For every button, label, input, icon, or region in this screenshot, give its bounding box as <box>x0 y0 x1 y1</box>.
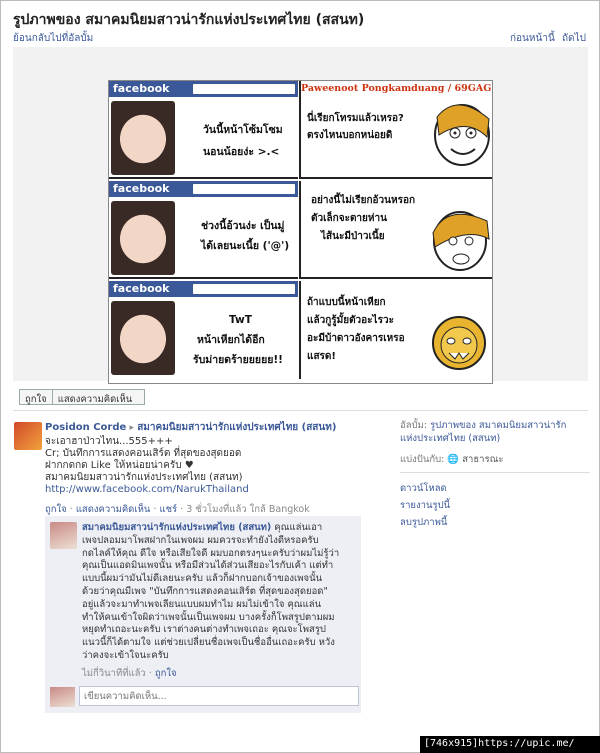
rage-face-icon <box>432 211 490 271</box>
comment-line: คุณเป็นแอดมินเพจนั้น หรือมีส่วนได้ส่วนเส… <box>82 560 334 572</box>
report-photo-link[interactable]: รายงานรูปนี้ <box>400 497 450 514</box>
meme-row: facebook ช่วงนี้อ้วนง่ะ เป็นมู่ ได้เลยนะ… <box>109 181 298 279</box>
facebook-logo: facebook <box>113 82 170 95</box>
facebook-search-box <box>193 284 295 294</box>
post-body: จะเอาฮาป่าวไทน...555+++ Cr; บันทึกการแสด… <box>45 436 249 496</box>
previous-photo-link[interactable]: ก่อนหน้านี้ <box>510 31 555 46</box>
reply-avatar <box>50 687 75 707</box>
album-info: อัลบั้ม: รูปภาพของ สมาคมนิยมสาวน่ารัก แห… <box>400 420 590 445</box>
comment-line: กดไลค์ให้คุณ ดีใจ หรือเสียใจดี ผมบอกตรงๆ… <box>82 547 340 559</box>
album-label: อัลบั้ม: <box>400 420 428 431</box>
post-comment-link[interactable]: แสดงความคิดเห็น <box>76 504 151 515</box>
post-line: ฝากกดกด Like ให้หน่อยน่าครับ ♥ <box>45 460 194 471</box>
girl-photo <box>111 101 175 175</box>
album-name-link[interactable]: รูปภาพของ สมาคมนิยมสาวน่ารัก <box>430 420 566 431</box>
share-info: แบ่งปันกับ: 🌐 สาธารณะ <box>400 452 504 467</box>
facebook-search-box <box>193 184 295 194</box>
comment-line: แนวนี้ก็ได้ตามใจ แต่ช่วยเปลี่ยนชื่อเพจเป… <box>82 637 335 649</box>
rage-caption-line: นี่เรียกโทรมแล้วเหรอ? <box>307 113 404 124</box>
back-to-album-link[interactable]: ย้อนกลับไปที่อัลบั้ม <box>13 31 93 46</box>
comment-line: หยุดทำเถอะนะครับ เราต่างคนต่างทำเพจเถอะ … <box>82 624 326 636</box>
rage-caption-line: แสรด! <box>307 351 336 362</box>
comment-line: ว่าคงจะเข้าใจนะครับ <box>82 649 169 661</box>
poster-name-link[interactable]: Posidon Corde <box>45 422 126 433</box>
photo-image[interactable]: facebook วันนี้หน้าโซ้มโซม นอนน้อยง่ะ >.… <box>108 80 493 384</box>
comment-timestamp: ไม่กี่วินาทีที่แล้ว · <box>82 668 152 679</box>
rage-caption-line: แล้วกูรู้มั้ยตัวอะไรวะ <box>307 315 394 326</box>
arrow-icon: ▸ <box>129 423 135 433</box>
sidebar-links: ดาวน์โหลด รายงานรูปนี้ ลบรูปภาพนี้ <box>400 480 450 531</box>
download-link[interactable]: ดาวน์โหลด <box>400 480 450 497</box>
avatar[interactable] <box>14 422 42 450</box>
comment-line: ด้วยว่าคุณมีเพจ "บันทึกการแสดงคอนเสิร์ต … <box>82 585 328 597</box>
comment-line: ทำให้คนเข้าใจผิดว่าเพจนั้นเป็นเพจผม บางค… <box>82 611 335 623</box>
comment-line: แบบนี้ผมว่ามันไม่ดีเลยนะครับ แล้วก็ฝากบอ… <box>82 573 323 585</box>
like-button[interactable]: ถูกใจ <box>20 390 53 405</box>
rage-caption-line: ไส้นะมีป่าวเนี้ย <box>321 231 385 242</box>
page-name-link[interactable]: สมาคมนิยมสาวน่ารักแห่งประเทศไทย (สสนท) <box>137 422 336 433</box>
rage-face-icon <box>434 104 490 166</box>
show-comments-button[interactable]: แสดงความคิดเห็น <box>53 390 138 405</box>
girl-caption-line: นอนน้อยง่ะ >.< <box>203 146 280 158</box>
meme-credit: Paweenoot Pongkamduang / 69GAG in thai <box>301 83 492 94</box>
photo-action-buttons: ถูกใจ แสดงความคิดเห็น <box>19 389 145 405</box>
post-url-link[interactable]: http://www.facebook.com/NarukThailand <box>45 484 249 496</box>
post-header: Posidon Corde ▸ สมาคมนิยมสาวน่ารักแห่งปร… <box>45 420 336 435</box>
post-line: Cr; บันทึกการแสดงคอนเสิร์ต ที่สุดของสุดย… <box>45 448 242 459</box>
next-photo-link[interactable]: ถัดไป <box>562 31 586 46</box>
post-line: จะเอาฮาป่าวไทน...555+++ <box>45 436 173 447</box>
share-value[interactable]: สาธารณะ <box>462 454 503 465</box>
girl-caption-line: รับม่ายดร้ายยยยย!! <box>193 354 283 366</box>
globe-icon: 🌐 <box>447 454 460 465</box>
rage-caption-line: ถ้าแบบนี้หน้าเหียก <box>307 297 386 308</box>
rage-caption-line: อะมีบ้าดาวอังคารเหรอ <box>307 333 405 344</box>
post-share-link[interactable]: แชร์ <box>159 504 177 515</box>
girl-caption-line: หน้าเหียกได้อีก <box>197 334 265 346</box>
comment-text: สมาคมนิยมสาวน่ารักแห่งประเทศไทย (สสนท) ค… <box>82 522 356 663</box>
delete-photo-link[interactable]: ลบรูปภาพนี้ <box>400 514 450 531</box>
facebook-logo: facebook <box>113 282 170 295</box>
meme-row: facebook วันนี้หน้าโซ้มโซม นอนน้อยง่ะ >.… <box>109 81 298 179</box>
post-timestamp: · 3 ชั่วโมงที่แล้ว ใกล้ Bangkok <box>180 504 310 515</box>
comment-line: เพจปลอมมาโพสฝากในเพจผม ผมควรจะทำยังไงดีห… <box>82 534 319 546</box>
girl-caption-line: TwT <box>229 314 252 326</box>
rage-caption-line: อย่างนี้ไม่เรียกอ้วนหรอก <box>311 195 416 206</box>
post-like-link[interactable]: ถูกใจ <box>45 504 67 515</box>
comment-like-link[interactable]: ถูกใจ <box>155 668 177 679</box>
nav-separator: · <box>551 31 555 42</box>
rage-caption-line: ตรงไหนบอกหน่อยดิ <box>307 130 393 141</box>
girl-caption-line: วันนี้หน้าโซ้มโซม <box>203 124 283 136</box>
girl-caption-line: ช่วงนี้อ้วนง่ะ เป็นมู่ <box>201 220 285 232</box>
write-comment-input[interactable] <box>79 686 359 706</box>
watermark: [746x915]https://upic.me/ <box>420 736 600 753</box>
sidebar-divider <box>400 472 590 473</box>
comment-box: สมาคมนิยมสาวน่ารักแห่งประเทศไทย (สสนท) ค… <box>45 516 361 713</box>
post-line: สมาคมนิยมสาวน่ารักแห่งประเทศไทย (สสนท) <box>45 472 243 483</box>
comment-line: คุณแล่นเอา <box>274 522 323 533</box>
comment-line: อยู่แล้วจะมาทำเพจเลียนแบบผมทำไม ผมไม่เข้… <box>82 598 322 610</box>
facebook-search-box <box>193 84 295 94</box>
album-name-link-cont[interactable]: แห่งประเทศไทย (สสนท) <box>400 433 500 444</box>
post-actions: ถูกใจ · แสดงความคิดเห็น · แชร์ · 3 ชั่วโ… <box>45 504 310 515</box>
commenter-name-link[interactable]: สมาคมนิยมสาวน่ารักแห่งประเทศไทย (สสนท) <box>82 522 271 533</box>
divider <box>13 410 588 411</box>
share-label: แบ่งปันกับ: <box>400 454 445 465</box>
girl-photo <box>111 201 175 275</box>
girl-caption-line: ได้เลยนะเนี้ย ('@') <box>201 240 290 252</box>
rage-face-icon <box>432 316 486 370</box>
comment-meta: ไม่กี่วินาทีที่แล้ว · ถูกใจ <box>82 666 177 681</box>
page-title: รูปภาพของ สมาคมนิยมสาวน่ารักแห่งประเทศไท… <box>13 12 365 28</box>
facebook-logo: facebook <box>113 182 170 195</box>
commenter-avatar[interactable] <box>50 522 77 549</box>
meme-row: facebook TwT หน้าเหียกได้อีก รับม่ายดร้า… <box>109 281 298 379</box>
rage-caption-line: ตัวเล็กจะตายห่าน <box>311 213 387 224</box>
girl-photo <box>111 301 175 375</box>
